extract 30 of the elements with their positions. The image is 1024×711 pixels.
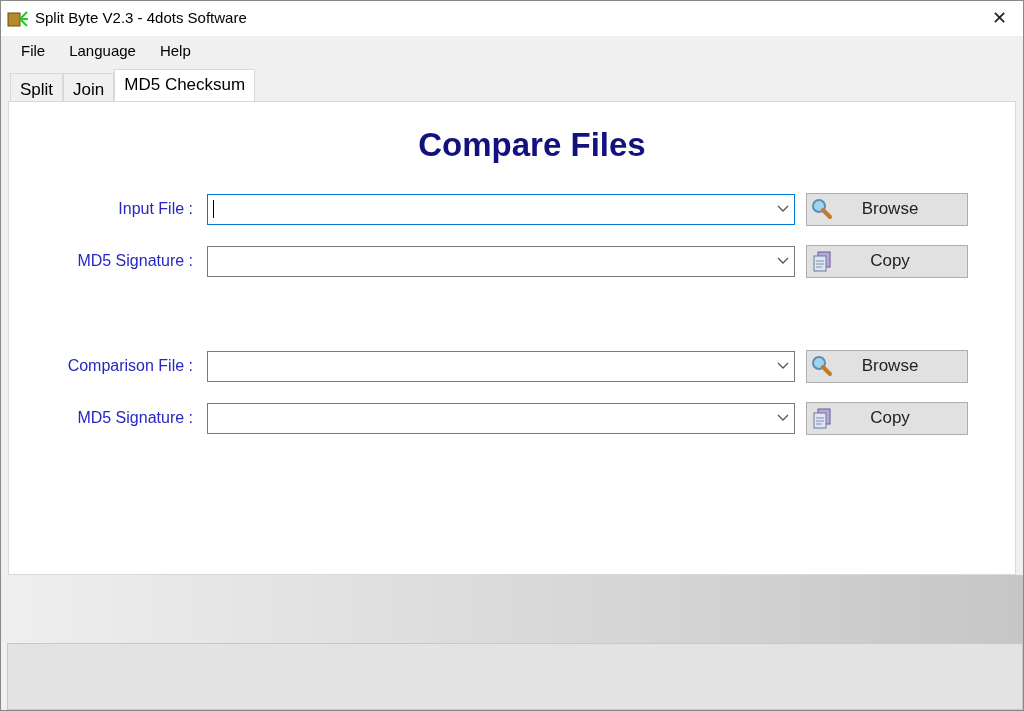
menu-item[interactable]: File — [9, 40, 58, 63]
dropdown-caret-icon — [777, 362, 789, 370]
dropdown-caret-icon — [777, 257, 789, 265]
action-button[interactable]: Browse — [806, 192, 968, 226]
combo-box[interactable] — [207, 350, 795, 382]
close-button[interactable]: ✕ — [992, 5, 1007, 32]
field-label: MD5 Signature : — [77, 408, 193, 428]
magnifier-icon — [811, 197, 833, 220]
action-button[interactable]: Copy — [806, 244, 968, 278]
combo-box[interactable] — [207, 402, 795, 434]
tab[interactable]: MD5 Checksum — [114, 69, 256, 101]
action-button[interactable]: Copy — [806, 401, 968, 435]
menu-item[interactable]: Language — [57, 40, 148, 63]
combo-box[interactable] — [207, 193, 795, 225]
window-title: Split Byte V2.3 - 4dots Software — [35, 8, 247, 29]
documents-icon — [811, 406, 833, 429]
dropdown-caret-icon — [777, 414, 789, 422]
field-label: Comparison File : — [67, 356, 193, 376]
magnifier-icon — [811, 354, 833, 377]
documents-icon — [811, 249, 833, 272]
combo-box[interactable] — [207, 245, 795, 277]
menu-item[interactable]: Help — [147, 40, 203, 63]
tab[interactable]: Split — [10, 73, 64, 101]
field-label: Input File : — [118, 199, 193, 219]
tab[interactable]: Join — [63, 73, 115, 101]
action-button[interactable]: Browse — [806, 349, 968, 383]
app-logo-icon — [7, 8, 29, 29]
heading: Compare Files — [418, 125, 646, 165]
field-label: MD5 Signature : — [77, 251, 193, 271]
dropdown-caret-icon — [777, 205, 789, 213]
